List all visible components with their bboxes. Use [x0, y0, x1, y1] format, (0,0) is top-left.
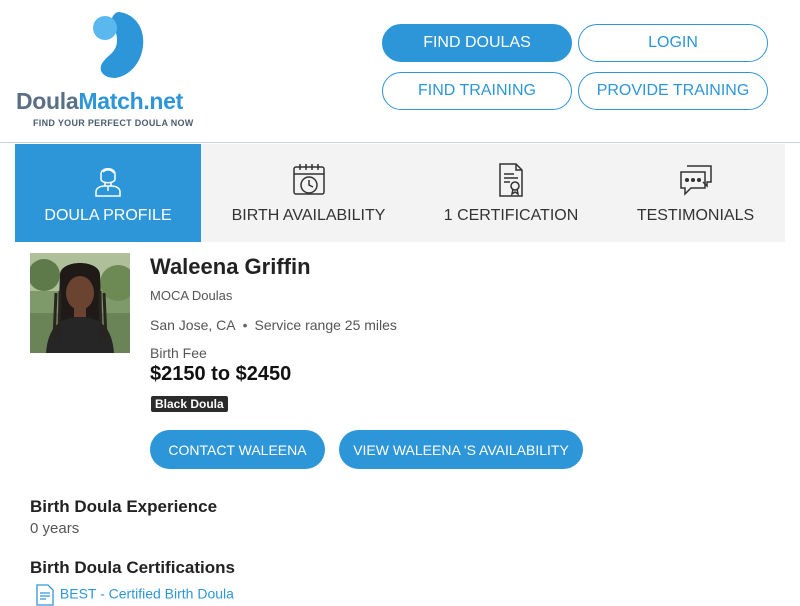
certification-item[interactable]: BEST - Certified Birth Doula: [34, 584, 234, 606]
document-icon: [36, 584, 54, 606]
separator-dot: •: [242, 317, 248, 333]
find-training-button[interactable]: FIND TRAINING: [382, 72, 572, 110]
experience-value: 0 years: [30, 520, 80, 537]
chat-bubbles-icon: [679, 165, 712, 196]
header-divider: [0, 142, 800, 143]
login-button[interactable]: LOGIN: [578, 24, 768, 62]
location-row: San Jose, CA • Service range 25 miles: [150, 317, 397, 333]
logo-tagline: FIND YOUR PERFECT DOULA NOW: [33, 118, 194, 128]
birth-fee-value: $2150 to $2450: [150, 363, 292, 385]
find-doulas-button[interactable]: FIND DOULAS: [382, 24, 572, 62]
site-logo[interactable]: DoulaMatch.net FIND YOUR PERFECT DOULA N…: [16, 12, 216, 130]
tab-label: BIRTH AVAILABILITY: [231, 207, 386, 224]
tab-certification[interactable]: 1 CERTIFICATION: [416, 144, 606, 242]
experience-heading: Birth Doula Experience: [30, 497, 218, 516]
agency-name[interactable]: MOCA Doulas: [150, 288, 232, 303]
view-availability-button[interactable]: VIEW WALEENA 'S AVAILABILITY: [339, 430, 583, 469]
certification-link[interactable]: BEST - Certified Birth Doula: [60, 586, 234, 602]
tab-label: DOULA PROFILE: [44, 207, 172, 224]
certifications-heading: Birth Doula Certifications: [30, 558, 235, 577]
profile-photo: [30, 253, 130, 353]
black-doula-badge: Black Doula: [151, 396, 228, 412]
tab-testimonials[interactable]: TESTIMONIALS: [606, 144, 785, 242]
tab-label: 1 CERTIFICATION: [443, 207, 579, 224]
person-icon: [95, 168, 121, 197]
location: San Jose, CA: [150, 317, 236, 333]
birth-fee-label: Birth Fee: [150, 345, 207, 361]
contact-button[interactable]: CONTACT WALEENA: [150, 430, 325, 469]
service-range: Service range 25 miles: [254, 317, 397, 333]
certificate-icon: [499, 163, 523, 197]
calendar-clock-icon: [292, 164, 325, 195]
tab-birth-availability[interactable]: BIRTH AVAILABILITY: [201, 144, 416, 242]
doula-name: Waleena Griffin: [150, 254, 311, 279]
logo-drop-icon: [93, 12, 144, 78]
profile-tabs: DOULA PROFILE BIRTH AVAILABILITY 1 CERTI…: [15, 144, 785, 242]
tab-doula-profile[interactable]: DOULA PROFILE: [15, 144, 201, 242]
tab-label: TESTIMONIALS: [636, 207, 755, 224]
logo-wordmark: DoulaMatch.net: [16, 88, 184, 114]
provide-training-button[interactable]: PROVIDE TRAINING: [578, 72, 768, 110]
